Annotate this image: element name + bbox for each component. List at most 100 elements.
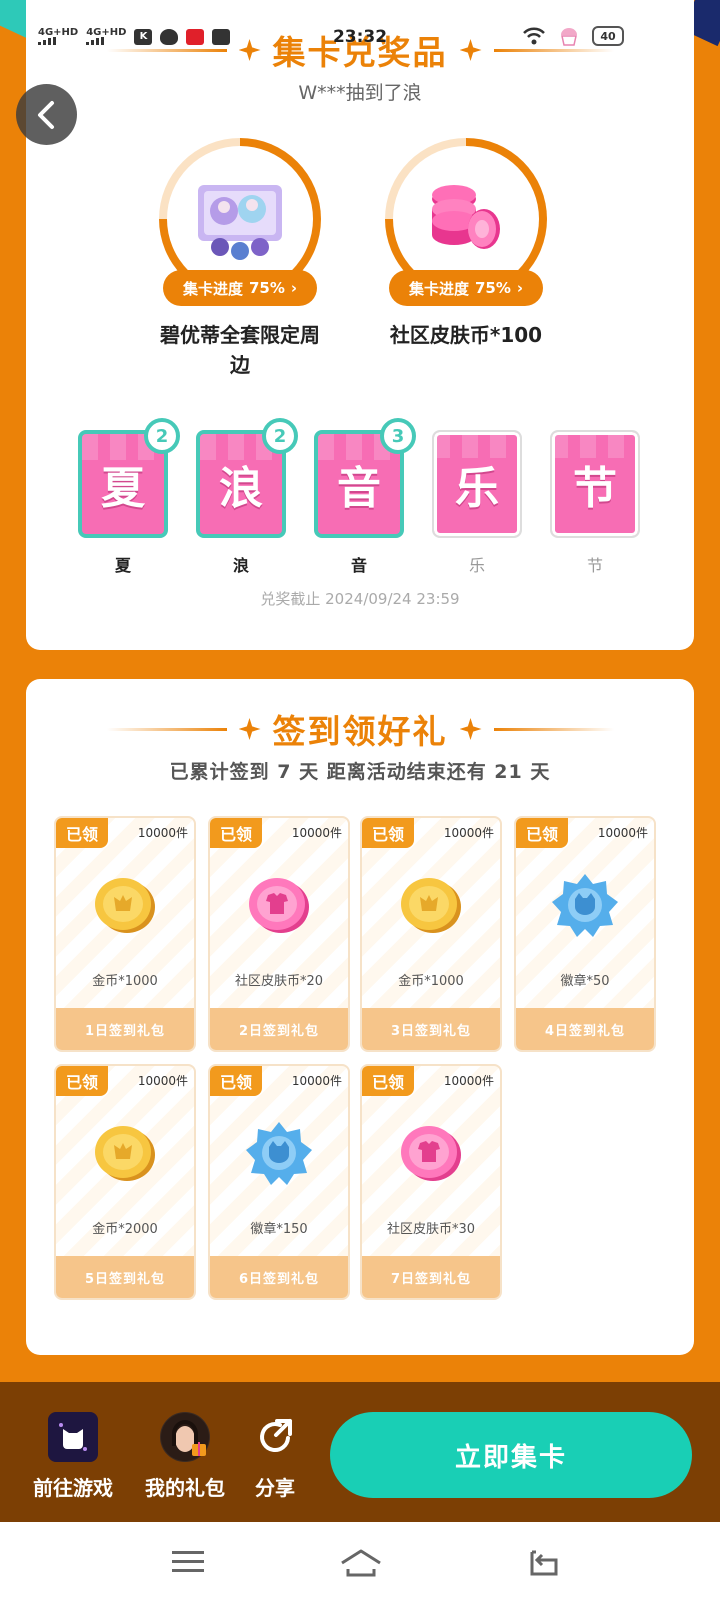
gold-coin-icon	[95, 878, 155, 933]
card-label: 夏	[114, 556, 131, 575]
gift-stock: 10000件	[137, 826, 188, 840]
claimed-tag: 已领	[362, 1066, 414, 1096]
cupcake-icon	[561, 28, 577, 46]
gift-stock: 10000件	[597, 826, 648, 840]
go-game-button[interactable]: 前往游戏	[28, 1412, 118, 1501]
prize-name: 社区皮肤币*100	[389, 323, 543, 347]
gold-coin-icon	[95, 1126, 155, 1181]
prize-name: 碧优蒂全套限定周边	[160, 323, 320, 377]
signin-summary: 已累计签到 7 天 距离活动结束还有 21 天	[169, 761, 551, 783]
signin-gift[interactable]: 已领 10000件 徽章*150 6日签到礼包	[208, 1064, 350, 1300]
card-char: 乐	[455, 463, 499, 514]
card-char: 浪	[219, 463, 263, 514]
wifi-icon	[523, 27, 545, 45]
signin-gift[interactable]: 已领 10000件 金币*1000 3日签到礼包	[360, 816, 502, 1052]
card-count-badge: 2	[144, 418, 180, 454]
gold-coin-icon	[401, 878, 461, 933]
letter-card-item[interactable]: 乐 乐	[432, 430, 522, 576]
collect-progress-pill[interactable]: 集卡进度 75% ›	[389, 270, 543, 306]
gift-reward: 徽章*50	[560, 974, 610, 989]
title-decoration	[106, 727, 227, 731]
back-button[interactable]	[16, 84, 77, 145]
badge-icon	[552, 874, 618, 937]
claimed-tag: 已领	[56, 818, 108, 848]
skin-coin-icon	[401, 1126, 461, 1181]
card-count-badge: 3	[380, 418, 416, 454]
sparkle-icon	[238, 718, 261, 740]
my-gifts-label: 我的礼包	[145, 1476, 225, 1500]
progress-label: 集卡进度	[408, 279, 469, 298]
gift-stock: 10000件	[291, 826, 342, 840]
chevron-right-icon: ›	[516, 279, 524, 297]
system-nav-bar	[0, 1522, 720, 1600]
letter-card-item[interactable]: 节 节	[550, 430, 640, 576]
share-label: 分享	[255, 1476, 295, 1500]
letter-card: 乐	[432, 430, 522, 538]
my-gifts-button[interactable]: 我的礼包	[140, 1412, 230, 1501]
gift-day-label: 4日签到礼包	[516, 1008, 654, 1050]
card-count-badge: 2	[262, 418, 298, 454]
claimed-tag: 已领	[56, 1066, 108, 1096]
progress-label: 集卡进度	[182, 279, 243, 298]
claimed-tag: 已领	[516, 818, 568, 848]
prize-exchange-card: 集卡兑奖品 W***抽到了浪 集卡进度 75% › 碧优蒂全套限定周边 集卡进度…	[26, 0, 694, 650]
menu-icon[interactable]	[168, 1542, 208, 1582]
share-button[interactable]: 分享	[240, 1412, 310, 1501]
go-game-label: 前往游戏	[33, 1476, 113, 1500]
skin-coin-icon	[249, 878, 309, 933]
claimed-tag: 已领	[210, 1066, 262, 1096]
gift-day-label: 6日签到礼包	[210, 1256, 348, 1298]
share-icon	[250, 1412, 300, 1462]
gift-reward: 金币*2000	[92, 1222, 158, 1237]
progress-value: 75%	[248, 279, 285, 297]
signin-gift[interactable]: 已领 10000件 社区皮肤币*20 2日签到礼包	[208, 816, 350, 1052]
collect-now-button[interactable]: 立即集卡	[330, 1412, 692, 1498]
signin-gift[interactable]: 已领 10000件 徽章*50 4日签到礼包	[514, 816, 656, 1052]
skin-coin-stack-icon	[432, 185, 500, 249]
card-char: 节	[573, 463, 617, 514]
gift-reward: 社区皮肤币*30	[386, 1222, 476, 1237]
sparkle-icon	[459, 718, 482, 740]
letter-card-item[interactable]: 2 浪 浪	[196, 418, 298, 576]
bottom-action-bar: 前往游戏 我的礼包 分享 立即集卡	[0, 1382, 720, 1522]
gift-day-label: 5日签到礼包	[56, 1256, 194, 1298]
chevron-right-icon: ›	[290, 279, 298, 297]
signin-card: 签到领好礼 已累计签到 7 天 距离活动结束还有 21 天 已领 10000件 …	[26, 679, 694, 1355]
signin-gift[interactable]: 已领 10000件 金币*2000 5日签到礼包	[54, 1064, 196, 1300]
card-label: 乐	[468, 556, 485, 575]
title-decoration	[493, 727, 614, 731]
draw-ticker: W***抽到了浪	[298, 82, 422, 104]
status-bar: 4G+HD 4G+HD K 23:32 40	[0, 22, 720, 56]
letter-card-item[interactable]: 2 夏 夏	[78, 418, 180, 576]
signin-section-title: 签到领好礼	[272, 712, 448, 751]
prize-item[interactable]: 集卡进度 75% › 碧优蒂全套限定周边	[140, 138, 340, 380]
card-label: 节	[586, 556, 603, 575]
gift-day-label: 2日签到礼包	[210, 1008, 348, 1050]
letter-card: 节	[550, 430, 640, 538]
signin-gift[interactable]: 已领 10000件 金币*1000 1日签到礼包	[54, 816, 196, 1052]
letter-cards-row: 2 夏 夏 2 浪 浪 3 音 音 乐 乐 节 节	[78, 418, 640, 576]
gift-reward: 徽章*150	[250, 1222, 308, 1237]
card-label: 浪	[232, 556, 249, 575]
avatar	[160, 1412, 210, 1462]
card-label: 音	[350, 556, 367, 575]
gift-reward: 社区皮肤币*20	[234, 974, 324, 989]
progress-value: 75%	[474, 279, 511, 297]
card-char: 夏	[101, 463, 145, 514]
home-icon[interactable]	[338, 1542, 384, 1582]
gift-day-label: 7日签到礼包	[362, 1256, 500, 1298]
gift-stock: 10000件	[443, 826, 494, 840]
gift-reward: 金币*1000	[398, 974, 464, 989]
collect-progress-pill[interactable]: 集卡进度 75% ›	[163, 270, 317, 306]
badge-icon	[246, 1122, 312, 1185]
prize-item[interactable]: 集卡进度 75% › 社区皮肤币*100	[366, 138, 566, 350]
claimed-tag: 已领	[210, 818, 262, 848]
battery-indicator: 40	[592, 26, 624, 46]
claimed-tag: 已领	[362, 818, 414, 848]
signin-title-row: 签到领好礼	[26, 705, 694, 753]
letter-card-item[interactable]: 3 音 音	[314, 418, 416, 576]
status-right: 40	[522, 26, 624, 46]
card-char: 音	[337, 463, 381, 514]
back-nav-icon[interactable]	[524, 1542, 564, 1582]
signin-gift[interactable]: 已领 10000件 社区皮肤币*30 7日签到礼包	[360, 1064, 502, 1300]
